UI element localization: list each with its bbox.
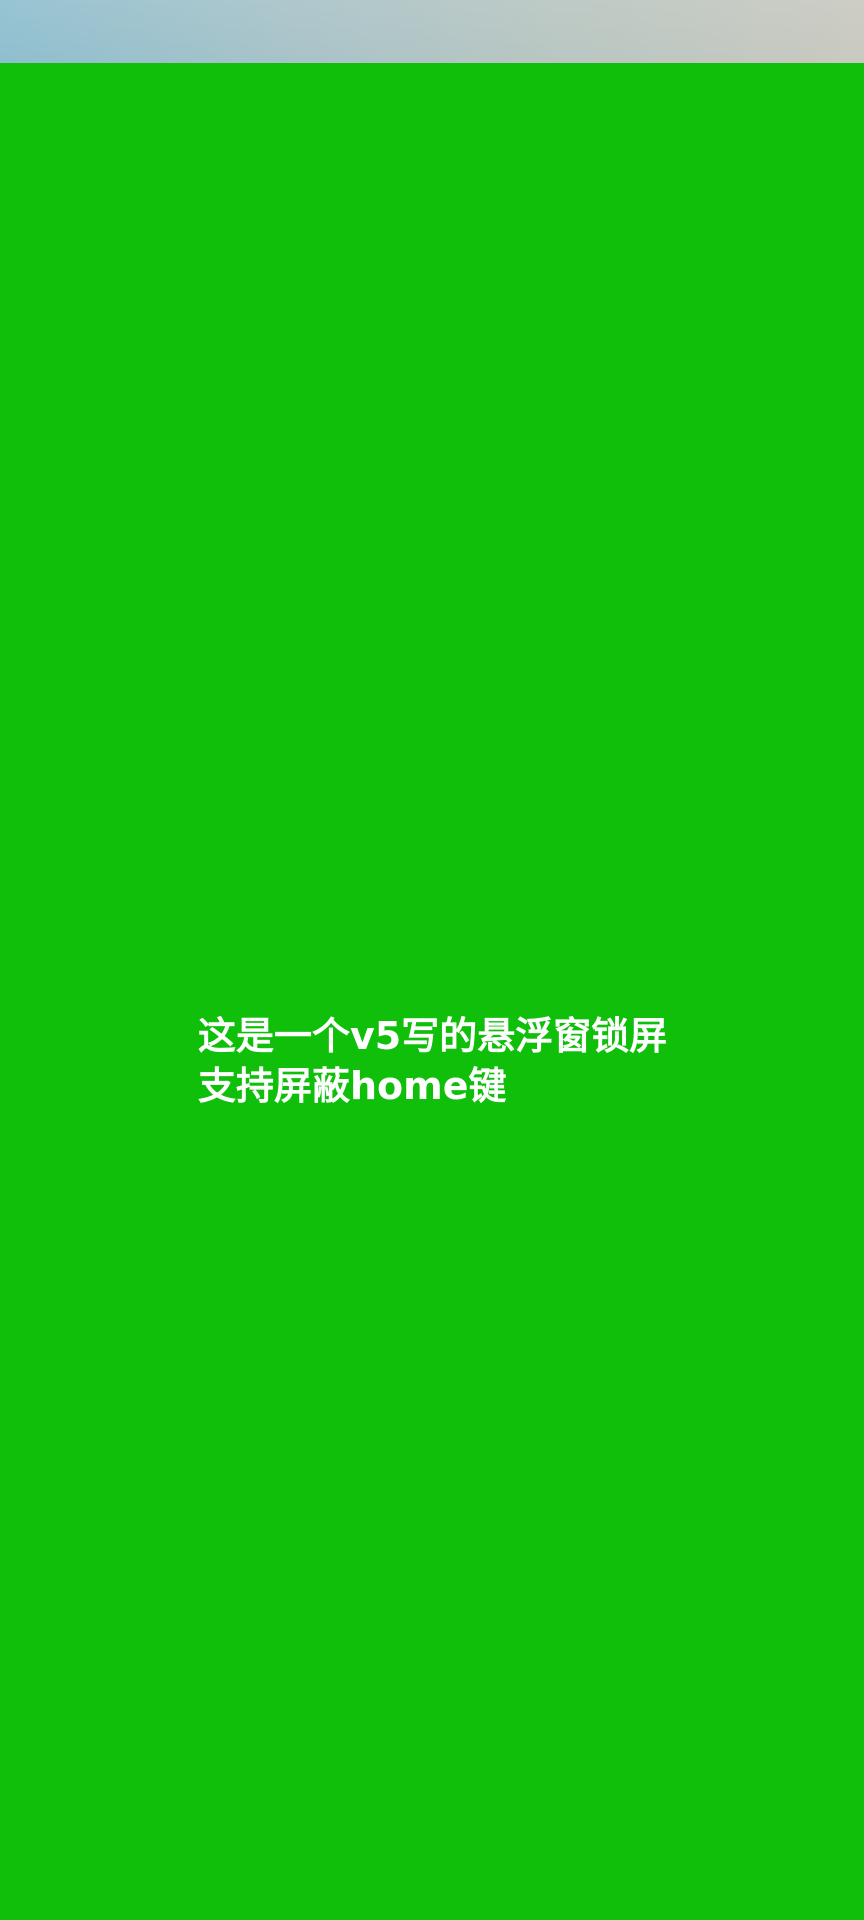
phone-screen: 这是一个v5写的悬浮窗锁屏 支持屏蔽home键	[0, 0, 864, 1920]
status-bar-wallpaper-strip	[0, 0, 864, 63]
lock-message: 这是一个v5写的悬浮窗锁屏 支持屏蔽home键	[198, 1011, 718, 1111]
lock-message-line-2: 支持屏蔽home键	[198, 1064, 507, 1108]
floating-lock-overlay[interactable]: 这是一个v5写的悬浮窗锁屏 支持屏蔽home键	[0, 63, 864, 1920]
lock-message-line-1: 这是一个v5写的悬浮窗锁屏	[198, 1014, 668, 1058]
